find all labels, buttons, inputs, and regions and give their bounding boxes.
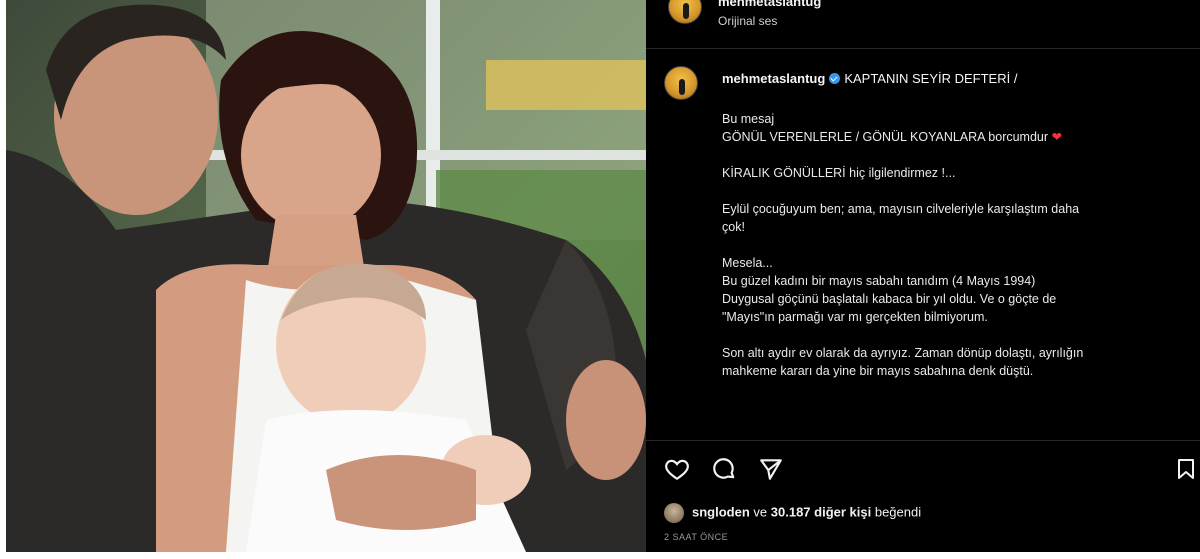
heart-icon[interactable] <box>664 456 690 482</box>
caption: mehmetaslantug KAPTANIN SEYİR DEFTERİ / B… <box>664 66 1186 378</box>
red-heart-icon: ❤ <box>1051 130 1063 144</box>
caption-line: KİRALIK GÖNÜLLERİ hiç ilgilendirmez !... <box>722 166 956 180</box>
comment-icon[interactable] <box>711 456 737 482</box>
action-bar <box>646 440 1200 501</box>
caption-line-text: GÖNÜL VERENLERLE / GÖNÜL KOYANLARA borcu… <box>722 130 1049 144</box>
caption-line: çok! <box>722 220 745 234</box>
post-timestamp[interactable]: 2 SAAT ÖNCE <box>664 532 728 542</box>
verified-badge-icon <box>829 73 841 84</box>
header-username[interactable]: mehmetaslantug <box>718 0 821 9</box>
caption-line: GÖNÜL VERENLERLE / GÖNÜL KOYANLARA borcu… <box>722 128 1192 146</box>
caption-header: mehmetaslantug KAPTANIN SEYİR DEFTERİ / <box>664 66 1186 102</box>
family-photo-illustration <box>6 0 646 552</box>
caption-line: Son altı aydır ev olarak da ayrıyız. Zam… <box>722 346 1084 360</box>
avatar-figure <box>679 79 685 95</box>
post-sidebar: mehmetaslantug Orijinal ses mehmetaslant… <box>646 0 1200 552</box>
likes-line: sngloden ve 30.187 diğer kişi beğendi <box>664 503 921 523</box>
caption-line: Bu güzel kadını bir mayıs sabahı tanıdım… <box>722 274 1036 288</box>
caption-line: Bu mesaj <box>722 112 775 126</box>
caption-title: KAPTANIN SEYİR DEFTERİ / <box>844 71 1018 86</box>
post-photo[interactable] <box>6 0 646 552</box>
caption-user-line: mehmetaslantug KAPTANIN SEYİR DEFTERİ / <box>722 71 1017 86</box>
liker-avatar[interactable] <box>664 503 684 523</box>
avatar-figure <box>683 3 689 19</box>
likes-count[interactable]: 30.187 diğer kişi <box>771 504 871 519</box>
caption-line: "Mayıs"ın parmağı var mı gerçekten bilmi… <box>722 310 988 324</box>
bookmark-icon[interactable] <box>1174 456 1198 482</box>
caption-username[interactable]: mehmetaslantug <box>722 71 825 86</box>
author-avatar[interactable] <box>668 0 702 24</box>
liker-username[interactable]: sngloden <box>692 504 750 519</box>
caption-line: Duygusal göçünü başlatalı kabaca bir yıl… <box>722 292 1057 306</box>
audio-label[interactable]: Orijinal ses <box>718 14 777 28</box>
instagram-post: mehmetaslantug Orijinal ses mehmetaslant… <box>6 0 1200 552</box>
caption-avatar[interactable] <box>664 66 698 100</box>
likes-connector: ve <box>753 504 768 520</box>
caption-line: Eylül çocuğuyum ben; ama, mayısın cilvel… <box>722 202 1080 216</box>
caption-body: Bu mesaj GÖNÜL VERENLERLE / GÖNÜL KOYANL… <box>722 110 1192 380</box>
caption-line: mahkeme kararı da yine bir mayıs sabahın… <box>722 364 1034 378</box>
caption-line: Mesela... <box>722 256 773 270</box>
post-header: mehmetaslantug Orijinal ses <box>646 0 1200 49</box>
likes-suffix: beğendi <box>874 504 922 520</box>
share-icon[interactable] <box>758 456 784 482</box>
